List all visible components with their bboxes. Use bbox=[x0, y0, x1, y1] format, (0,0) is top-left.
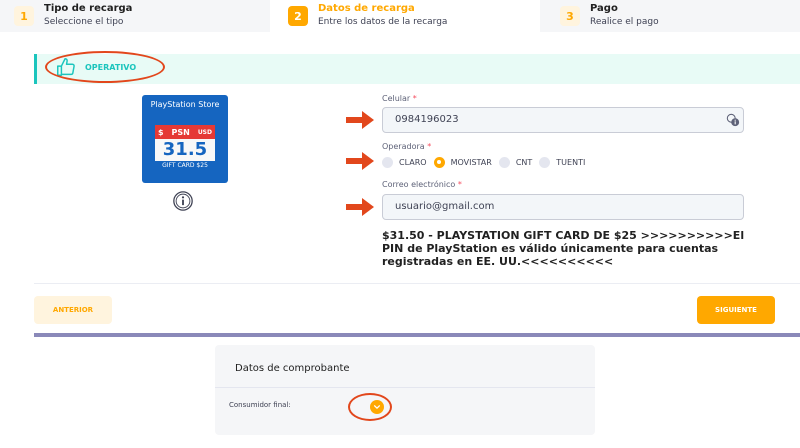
step-number: 2 bbox=[288, 6, 308, 26]
stepper: 1 Tipo de recarga Seleccione el tipo 2 D… bbox=[0, 0, 800, 32]
product-tag: $ PSN USD bbox=[155, 125, 215, 139]
status-bar: OPERATIVO bbox=[34, 51, 800, 84]
step-subtitle: Seleccione el tipo bbox=[44, 17, 124, 27]
radio-dot[interactable] bbox=[539, 156, 551, 168]
currency-symbol: $ bbox=[158, 127, 164, 137]
divider bbox=[34, 283, 800, 284]
required-mark: * bbox=[427, 142, 432, 151]
annotation-oval bbox=[348, 393, 392, 421]
step-number: 3 bbox=[560, 6, 580, 26]
step-subtitle: Realice el pago bbox=[590, 17, 659, 27]
email-label: Correo electrónico * bbox=[382, 180, 462, 189]
radio-dot-checked[interactable] bbox=[433, 156, 445, 168]
radio-movistar[interactable]: MOVISTAR bbox=[433, 156, 492, 168]
required-mark: * bbox=[412, 94, 417, 103]
product-image: PlayStation Store $ PSN USD 31.5 GIFT CA… bbox=[142, 95, 228, 183]
voucher-title: Datos de comprobante bbox=[235, 363, 350, 374]
operator-label: Operadora * bbox=[382, 142, 431, 151]
radio-tuenti[interactable]: TUENTI bbox=[539, 156, 586, 168]
next-button[interactable]: SIGUIENTE bbox=[697, 296, 775, 324]
radio-label: CLARO bbox=[399, 157, 427, 167]
final-consumer-label: Consumidor final: bbox=[229, 401, 291, 409]
radio-cnt[interactable]: CNT bbox=[498, 156, 533, 168]
page: 1 Tipo de recarga Seleccione el tipo 2 D… bbox=[0, 0, 800, 448]
arrow-right-icon bbox=[346, 111, 374, 129]
contact-info-icon[interactable] bbox=[726, 113, 740, 127]
currency-code: USD bbox=[197, 128, 212, 136]
email-input[interactable]: usuario@gmail.com bbox=[382, 194, 744, 220]
product-description: $31.50 - PLAYSTATION GIFT CARD DE $25 >>… bbox=[382, 229, 745, 268]
previous-button[interactable]: ANTERIOR bbox=[34, 296, 112, 324]
annotation-oval bbox=[45, 51, 165, 83]
step-subtitle: Entre los datos de la recarga bbox=[318, 17, 448, 27]
radio-label: TUENTI bbox=[556, 157, 586, 167]
phone-label: Celular * bbox=[382, 94, 417, 103]
radio-label: CNT bbox=[515, 157, 533, 167]
radio-label: MOVISTAR bbox=[450, 157, 492, 167]
step-tipo-recarga[interactable]: 1 Tipo de recarga Seleccione el tipo bbox=[0, 0, 270, 32]
radio-claro[interactable]: CLARO bbox=[382, 156, 427, 168]
brand-label: PSN bbox=[171, 127, 190, 137]
voucher-panel: Datos de comprobante Consumidor final: bbox=[215, 345, 595, 435]
arrow-right-icon bbox=[346, 198, 374, 216]
phone-label-text: Celular bbox=[382, 94, 411, 103]
operator-label-text: Operadora bbox=[382, 142, 425, 151]
step-pago[interactable]: 3 Pago Realice el pago bbox=[540, 0, 800, 32]
store-name: PlayStation Store bbox=[150, 100, 220, 109]
info-icon[interactable] bbox=[172, 190, 194, 212]
operator-radio-group: CLARO MOVISTAR CNT TUENTI bbox=[382, 156, 592, 168]
product-caption: GIFT CARD $25 bbox=[162, 162, 208, 169]
step-title: Tipo de recarga bbox=[44, 3, 133, 14]
step-datos-recarga[interactable]: 2 Datos de recarga Entre los datos de la… bbox=[270, 0, 540, 32]
step-title: Datos de recarga bbox=[318, 3, 415, 14]
required-mark: * bbox=[457, 180, 462, 189]
divider bbox=[215, 387, 595, 388]
email-label-text: Correo electrónico bbox=[382, 180, 456, 189]
radio-dot[interactable] bbox=[382, 156, 393, 168]
product-amount: 31.5 bbox=[155, 139, 215, 161]
arrow-right-icon bbox=[346, 152, 374, 170]
section-divider bbox=[34, 333, 800, 337]
step-title: Pago bbox=[590, 3, 618, 14]
phone-input[interactable]: 0984196023 bbox=[382, 107, 744, 133]
radio-dot[interactable] bbox=[498, 156, 510, 168]
step-number: 1 bbox=[14, 6, 34, 26]
